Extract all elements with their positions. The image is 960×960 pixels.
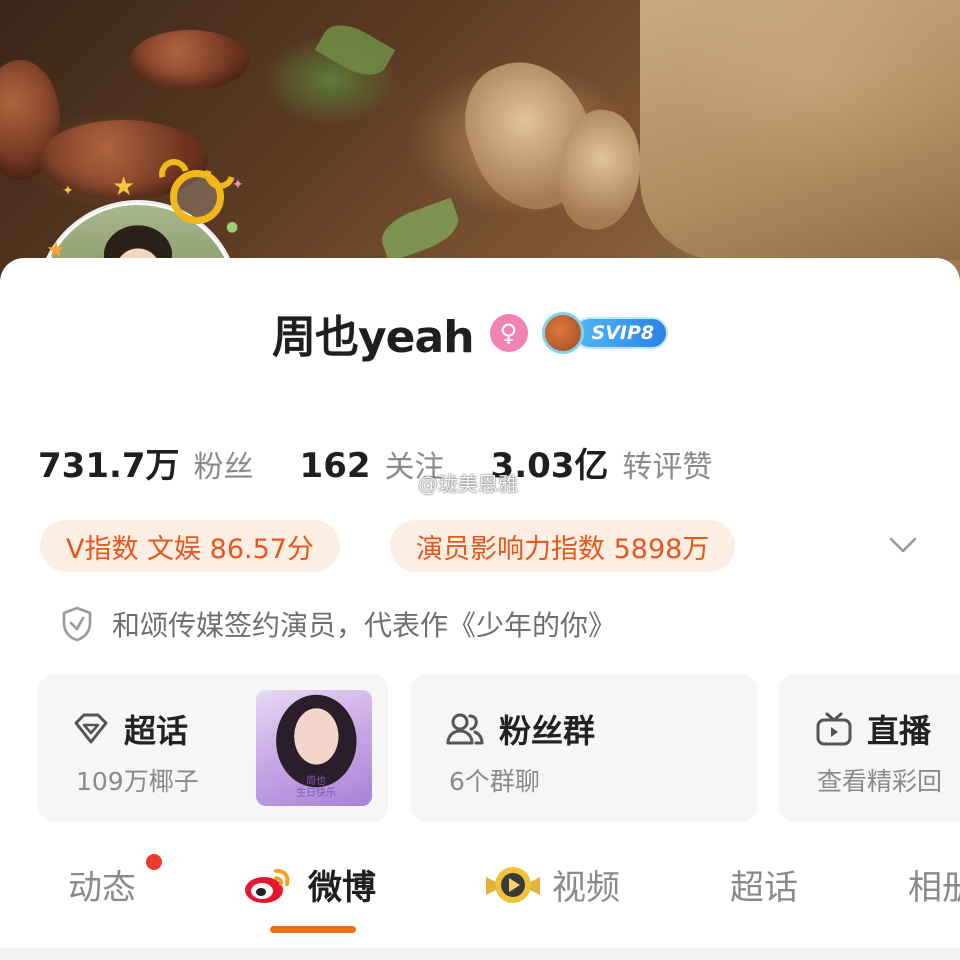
engagement-label[interactable]: 转评赞 bbox=[622, 442, 712, 486]
supertopic-poster-image[interactable]: 周也 生日快乐 bbox=[256, 690, 372, 806]
following-count[interactable]: 162 bbox=[300, 446, 371, 486]
people-icon bbox=[446, 713, 484, 745]
profile-name: 周也yeah bbox=[272, 312, 475, 363]
notification-dot bbox=[146, 854, 162, 870]
cover-leaf bbox=[314, 15, 396, 85]
tab-weibo[interactable]: 微博 bbox=[242, 860, 376, 909]
cover-leaf bbox=[375, 197, 465, 263]
v-index-chip[interactable]: V指数 文娱 86.57分 bbox=[40, 520, 340, 572]
fan-group-title: 粉丝群 bbox=[499, 712, 596, 750]
tab-supertopic[interactable]: 超话 bbox=[730, 860, 798, 909]
weibo-logo-icon bbox=[245, 868, 290, 903]
tab-video-label: 视频 bbox=[552, 868, 620, 908]
cover-pot bbox=[130, 30, 250, 90]
tab-weibo-label: 微博 bbox=[308, 868, 376, 908]
supertopic-title: 超话 bbox=[124, 712, 189, 750]
svip-badge[interactable]: SVIP8 bbox=[541, 312, 669, 354]
coconut-mascot-icon bbox=[541, 312, 584, 354]
star-decoration-icon: ★ bbox=[112, 172, 136, 202]
sparkle-decoration-icon: ✦ bbox=[62, 183, 74, 199]
watermark-text: @珑美恩雅 bbox=[418, 472, 518, 496]
taurus-zodiac-icon bbox=[170, 170, 224, 224]
live-title: 直播 bbox=[867, 712, 932, 750]
diamond-icon bbox=[74, 713, 108, 744]
divider bbox=[0, 948, 960, 960]
tab-video[interactable]: 视频 bbox=[484, 860, 620, 909]
profile-card: 周也yeah ♀ SVIP8 731.7万 粉丝 162 关注 3.03亿 转评… bbox=[0, 258, 960, 960]
verification-text: 和颂传媒签约演员，代表作《少年的你》 bbox=[112, 609, 617, 642]
supertopic-card[interactable]: 超话 109万椰子 周也 生日快乐 bbox=[38, 674, 388, 822]
tv-icon bbox=[816, 712, 852, 746]
supertopic-subtitle: 109万椰子 bbox=[76, 767, 199, 796]
actor-influence-chip[interactable]: 演员影响力指数 5898万 bbox=[390, 520, 736, 572]
tab-updates[interactable]: 动态 bbox=[68, 860, 136, 909]
active-tab-indicator bbox=[270, 926, 356, 933]
live-subtitle: 查看精彩回 bbox=[817, 767, 943, 796]
stats-row: 731.7万 粉丝 162 关注 3.03亿 转评赞 bbox=[38, 438, 758, 487]
fan-group-title-row: 粉丝群 bbox=[445, 706, 595, 752]
video-play-icon bbox=[486, 866, 540, 903]
live-title-row: 直播 bbox=[815, 706, 931, 752]
verification-row[interactable]: 和颂传媒签约演员，代表作《少年的你》 bbox=[60, 604, 616, 644]
tab-supertopic-label: 超话 bbox=[730, 868, 798, 908]
tab-updates-label: 动态 bbox=[68, 868, 136, 908]
svip-level-label: SVIP8 bbox=[573, 317, 669, 349]
followers-count[interactable]: 731.7万 bbox=[38, 438, 180, 487]
chevron-down-icon[interactable] bbox=[886, 528, 920, 562]
tab-album-label: 相册 bbox=[908, 868, 960, 908]
profile-tab-bar: 动态 微博 视频 超话 相册 bbox=[0, 850, 960, 960]
supertopic-title-row: 超话 bbox=[72, 706, 188, 752]
followers-label[interactable]: 粉丝 bbox=[194, 442, 254, 486]
name-row: 周也yeah ♀ SVIP8 bbox=[272, 306, 669, 363]
dot-decoration-icon: ● bbox=[226, 219, 239, 235]
fan-group-subtitle: 6个群聊 bbox=[449, 767, 540, 796]
female-gender-icon: ♀ bbox=[489, 314, 528, 352]
cover-figure bbox=[640, 0, 960, 260]
tab-album[interactable]: 相册 bbox=[908, 860, 960, 909]
shield-icon bbox=[62, 606, 92, 642]
poster-caption: 周也 生日快乐 bbox=[296, 776, 336, 799]
fan-group-card[interactable]: 粉丝群 6个群聊 bbox=[411, 674, 757, 822]
live-card[interactable]: 直播 查看精彩回 bbox=[779, 674, 960, 822]
